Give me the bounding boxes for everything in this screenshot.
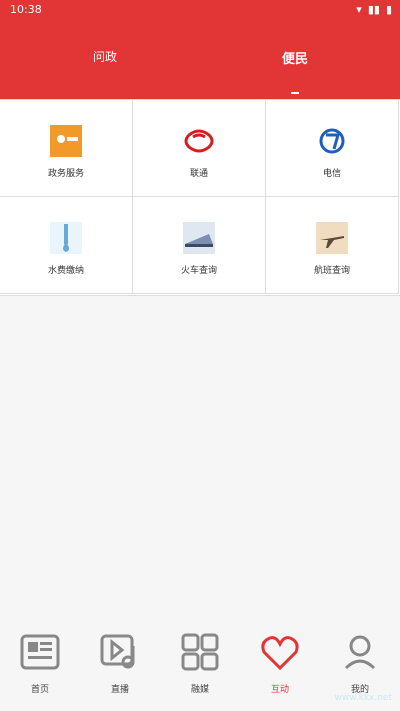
nav-profile[interactable]: 我的 (320, 620, 400, 695)
nav-live[interactable]: 直播 (80, 620, 160, 695)
user-icon (340, 632, 380, 672)
nav-label: 直播 (110, 685, 129, 695)
nav-media[interactable]: 融媒 (160, 620, 240, 695)
train-query-icon (183, 222, 215, 254)
water-fee-icon (50, 222, 82, 254)
tab-bar: 问政 便民 (0, 40, 400, 80)
nav-interact[interactable]: 互动 (240, 620, 320, 695)
signal-icon: ▮▮ (367, 3, 380, 16)
status-bar: 10:38 ▾ ▮▮ ▮ (0, 0, 400, 18)
nav-label: 互动 (270, 685, 289, 695)
grid-label: 火车查询 (180, 266, 217, 276)
heart-icon (260, 632, 300, 672)
grid-cell-water-fee[interactable]: 水费缴纳 (0, 197, 133, 294)
nav-home[interactable]: 首页 (0, 620, 80, 695)
grid-cell-gov-services[interactable]: 政务服务 (0, 100, 133, 197)
telecom-icon (316, 125, 348, 157)
tab-active-indicator (291, 92, 299, 94)
wifi-icon: ▾ (356, 3, 362, 16)
grid-cell-flight-query[interactable]: 航班查询 (266, 197, 399, 294)
tab-bianmin[interactable]: 便民 (255, 48, 335, 67)
grid-label: 水费缴纳 (47, 266, 84, 276)
service-grid: 政务服务 联通 电信 水费缴纳 火车查询 航班查询 (0, 99, 400, 296)
grid-cell-telecom[interactable]: 电信 (266, 100, 399, 197)
gov-services-icon (50, 125, 82, 157)
unicom-icon (183, 125, 215, 157)
nav-label: 首页 (30, 685, 49, 695)
header: 10:38 ▾ ▮▮ ▮ 问政 便民 (0, 0, 400, 99)
battery-icon: ▮ (385, 3, 392, 16)
grid-cell-train-query[interactable]: 火车查询 (133, 197, 266, 294)
live-music-icon (100, 632, 140, 672)
grid-label: 联通 (189, 169, 208, 179)
home-icon (20, 632, 60, 672)
grid-icon (180, 632, 220, 672)
grid-label: 电信 (322, 169, 341, 179)
grid-label: 政务服务 (47, 169, 84, 179)
grid-label: 航班查询 (313, 266, 350, 276)
tab-wenzheng[interactable]: 问政 (65, 48, 145, 65)
grid-cell-unicom[interactable]: 联通 (133, 100, 266, 197)
status-time: 10:38 (10, 3, 42, 16)
nav-label: 融媒 (190, 685, 209, 695)
bottom-navigation: 首页 直播 融媒 互动 我的 www.kkx.net (0, 620, 400, 711)
flight-query-icon (316, 222, 348, 254)
status-icons: ▾ ▮▮ ▮ (356, 3, 392, 16)
watermark: www.kkx.net (334, 693, 393, 703)
